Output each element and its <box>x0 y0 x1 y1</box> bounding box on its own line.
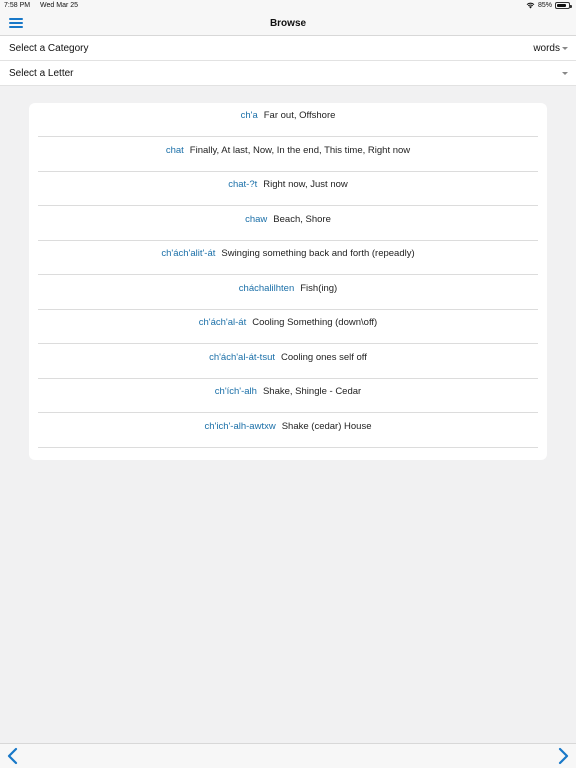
entry-word: chat <box>165 144 184 156</box>
letter-select[interactable]: Select a Letter <box>0 61 576 86</box>
chevron-right-icon[interactable] <box>556 747 570 765</box>
status-bar: 7:58 PM Wed Mar 25 85% <box>0 0 576 12</box>
list-item[interactable]: chat-?t Right now, Just now <box>38 172 538 206</box>
navigation-bar: Browse <box>0 12 576 36</box>
entry-word: ch'ích'-alh <box>214 386 257 397</box>
entry-word: chaw <box>245 213 268 225</box>
entry-definition: Beach, Shore <box>273 213 331 225</box>
list-item[interactable]: cháchalilhten Fish(ing) <box>38 276 538 310</box>
entry-definition: Far out, Offshore <box>263 110 336 121</box>
category-select[interactable]: Select a Category words <box>0 36 576 61</box>
category-select-label: Select a Category <box>9 43 89 54</box>
entry-word: chat-?t <box>228 179 258 190</box>
status-time: 7:58 PM <box>4 2 31 9</box>
entry-definition: Right now, Just now <box>263 179 348 190</box>
entry-definition: Fish(ing) <box>300 282 338 294</box>
list-item[interactable]: ch'ich'-alh-awtxw Shake (cedar) House <box>38 414 538 448</box>
list-item[interactable]: ch'ách'alit'-át Swinging something back a… <box>38 241 538 275</box>
entry-word: ch'ách'alit'-át <box>161 248 216 259</box>
letter-select-label: Select a Letter <box>9 68 74 79</box>
status-left: 7:58 PM Wed Mar 25 <box>4 2 86 9</box>
entry-word: ch'ách'al-át-tsut <box>209 351 275 363</box>
status-right: 85% <box>526 2 572 9</box>
list-item[interactable]: ch'ích'-alh Shake, Shingle - Cedar <box>38 379 538 413</box>
entry-word: ch'a <box>240 110 258 121</box>
chevron-down-icon <box>562 72 568 75</box>
list-item[interactable]: ch'ách'al-át-tsut Cooling ones self off <box>38 345 538 379</box>
entry-definition: Shake, Shingle - Cedar <box>262 386 362 397</box>
entry-word: ch'ich'-alh-awtxw <box>204 420 276 432</box>
list-item[interactable]: chat Finally, At last, Now, In the end, T… <box>38 138 538 172</box>
chevron-left-icon[interactable] <box>6 747 20 765</box>
list-item[interactable]: ch'ách'al-át Cooling Something (down\off) <box>38 310 538 344</box>
battery-icon <box>555 2 572 9</box>
word-list: ch'a Far out, Offshore chat Finally, At la… <box>29 103 547 460</box>
list-item[interactable]: chaw Beach, Shore <box>38 207 538 241</box>
entry-definition: Swinging something back and forth (repea… <box>221 248 415 259</box>
entry-word: cháchalilhten <box>238 282 295 294</box>
category-select-value: words <box>533 43 560 54</box>
battery-percent: 85% <box>537 2 552 9</box>
battery-fill <box>557 4 567 7</box>
status-date: Wed Mar 25 <box>40 2 79 9</box>
bottom-toolbar <box>0 743 576 768</box>
entry-definition: Cooling Something (down\off) <box>252 317 378 328</box>
entry-definition: Cooling ones self off <box>281 351 367 363</box>
wifi-icon <box>526 2 535 9</box>
entry-definition: Finally, At last, Now, In the end, This … <box>189 144 411 156</box>
entry-definition: Shake (cedar) House <box>281 420 372 432</box>
chevron-down-icon <box>562 47 568 50</box>
list-item[interactable]: ch'a Far out, Offshore <box>38 103 538 137</box>
entry-word: ch'ách'al-át <box>198 317 247 328</box>
page-title: Browse <box>269 18 307 29</box>
